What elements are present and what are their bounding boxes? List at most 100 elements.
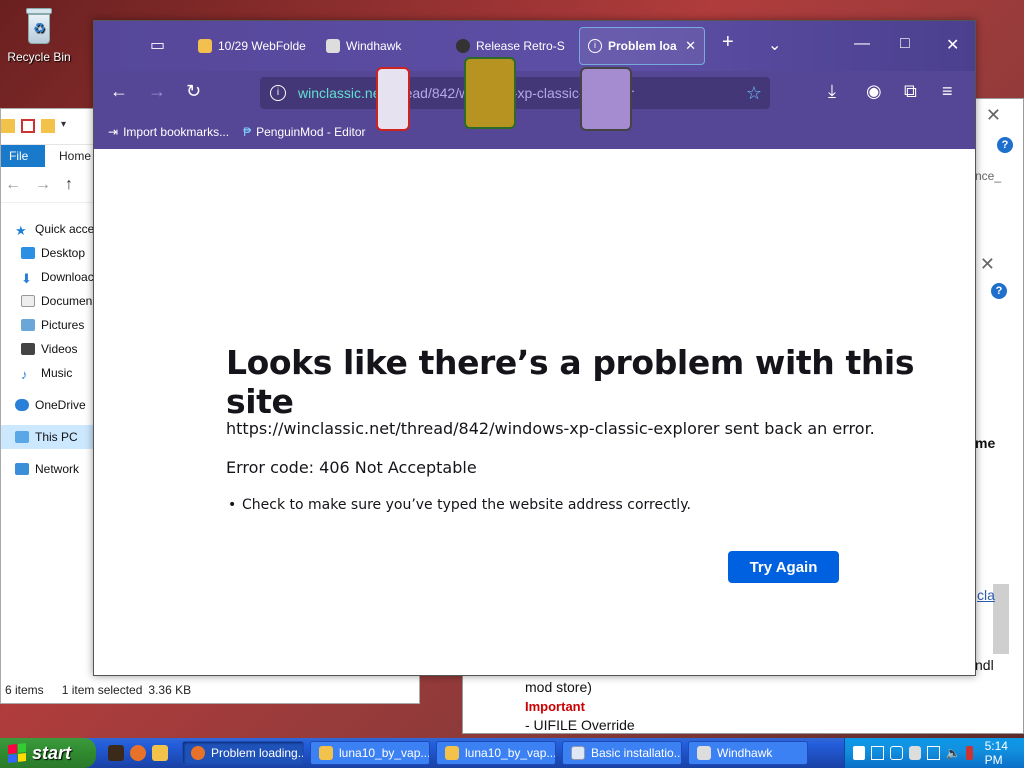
tree-item-label: Quick acce	[35, 222, 95, 236]
scrollbar-thumb[interactable]	[993, 584, 1009, 654]
extensions-icon[interactable]: ⧉	[904, 81, 917, 102]
status-selected: 1 item selected	[61, 683, 143, 697]
help-icon[interactable]: ?	[997, 137, 1013, 153]
firefox-window: ▭ 10/29 WebFolde Windhawk Release Retro-…	[93, 20, 976, 676]
partial-link[interactable]: cla	[977, 587, 995, 603]
forward-arrow-icon[interactable]: →	[148, 81, 166, 102]
pc-icon	[15, 431, 29, 443]
text-mod-store: mod store)	[525, 679, 592, 695]
task-label: luna10_by_vap...	[465, 746, 556, 760]
tab-webfolder[interactable]: 10/29 WebFolde	[190, 27, 314, 65]
system-tray: 🔈 5:14 PM	[844, 738, 1024, 768]
properties-icon[interactable]	[21, 119, 35, 133]
taskbar-item-folder-1[interactable]: luna10_by_vap...	[310, 741, 430, 765]
recycle-bin-shortcut[interactable]: Recycle Bin	[4, 6, 74, 64]
cloud-sync-icon[interactable]	[889, 746, 903, 760]
task-label: Basic installatio...	[591, 746, 682, 760]
taskbar-item-firefox[interactable]: Problem loading...	[182, 741, 304, 765]
help-icon[interactable]: ?	[991, 283, 1007, 299]
firefox-icon[interactable]	[130, 745, 146, 761]
quick-launch-app-icon[interactable]	[108, 745, 124, 761]
navigation-toolbar: ← → ↻ i winclassic.net/thread/842/window…	[94, 71, 975, 115]
tab-label: Problem loa	[608, 39, 677, 53]
tab-label: Windhawk	[346, 39, 402, 53]
error-title: Looks like there’s a problem with this s…	[226, 343, 915, 421]
chevron-down-icon[interactable]: ▾	[61, 119, 75, 133]
bookmark-import[interactable]: ⇥ Import bookmarks...	[108, 125, 229, 139]
try-again-button[interactable]: Try Again	[728, 551, 839, 583]
forward-arrow-icon[interactable]: →	[35, 176, 51, 194]
partial-text-ndl: ndl	[975, 657, 994, 673]
site-info-icon[interactable]: i	[270, 85, 286, 101]
folder-icon[interactable]	[152, 745, 168, 761]
start-button[interactable]: start	[0, 738, 96, 768]
error-code: Error code: 406 Not Acceptable	[226, 458, 477, 477]
menu-icon[interactable]: ≡	[942, 81, 953, 102]
downloads-icon[interactable]: ⤓	[828, 81, 836, 102]
bookmark-star-icon[interactable]: ☆	[746, 83, 762, 104]
close-window-icon[interactable]: ✕	[946, 35, 959, 55]
bookmark-penguinmod[interactable]: ₱ PenguinMod - Editor	[243, 125, 365, 139]
new-tab-icon[interactable]: +	[722, 31, 734, 54]
folder-favicon	[198, 39, 212, 53]
error-message: https://winclassic.net/thread/842/window…	[226, 419, 875, 438]
minimize-icon[interactable]: —	[854, 35, 870, 53]
tree-item-label: OneDrive	[35, 398, 86, 412]
documents-folder-icon	[21, 295, 35, 307]
network-icon	[15, 463, 29, 475]
taskbar-item-document[interactable]: Basic installatio...	[562, 741, 682, 765]
folder-icon[interactable]	[1, 119, 15, 133]
volume-icon[interactable]: 🔈	[946, 746, 961, 760]
status-size: 3.36 KB	[148, 683, 192, 697]
task-label: luna10_by_vap...	[339, 746, 430, 760]
display-icon[interactable]	[926, 746, 940, 760]
list-tabs-chevron-icon[interactable]: ⌄	[768, 35, 781, 55]
windhawk-icon	[697, 746, 711, 760]
music-folder-icon: ♪	[21, 367, 28, 382]
text-important: Important	[525, 699, 585, 714]
tab-windhawk[interactable]: Windhawk	[318, 27, 442, 65]
tree-item-label: This PC	[35, 430, 78, 444]
close-icon[interactable]: ✕	[986, 105, 1001, 126]
close-tab-icon[interactable]: ✕	[685, 38, 696, 54]
text-uifile-override: - UIFILE Override	[525, 717, 635, 733]
clock[interactable]: 5:14 PM	[985, 739, 1024, 767]
tab-release[interactable]: Release Retro-S	[448, 27, 572, 65]
tab-problem-loading[interactable]: i Problem loa ✕	[579, 27, 705, 65]
tree-item-label: Videos	[41, 342, 78, 356]
maximize-icon[interactable]: □	[900, 35, 910, 53]
tab-groups-icon[interactable]: ▭	[150, 35, 165, 55]
new-folder-icon[interactable]	[41, 119, 55, 133]
account-icon[interactable]: ◉	[866, 81, 882, 102]
url-bar[interactable]: i winclassic.net/thread/842/windows-xp-c…	[260, 77, 770, 109]
security-shield-icon[interactable]	[853, 746, 866, 760]
recycle-bin-label: Recycle Bin	[7, 50, 71, 64]
bookmarks-toolbar: ⇥ Import bookmarks... ₱ PenguinMod - Edi…	[94, 115, 975, 149]
windhawk-tray-icon[interactable]	[908, 746, 921, 760]
network-status-icon[interactable]	[871, 746, 884, 760]
close-icon[interactable]: ✕	[980, 254, 995, 275]
pictures-folder-icon	[21, 319, 35, 331]
tab-label: Release Retro-S	[476, 39, 565, 53]
url-path: /thread/842/windows-xp-classic-explorer	[384, 85, 635, 101]
up-arrow-icon[interactable]: ↑	[65, 176, 73, 194]
taskbar-item-folder-2[interactable]: luna10_by_vap...	[436, 741, 556, 765]
taskbar-item-windhawk[interactable]: Windhawk	[688, 741, 808, 765]
tree-item-label: Music	[41, 366, 73, 380]
quick-launch	[108, 745, 168, 761]
tree-item-label: Documen	[41, 294, 93, 308]
cloud-icon	[15, 399, 29, 411]
bookmark-label: PenguinMod - Editor	[256, 125, 366, 139]
videos-folder-icon	[21, 343, 35, 355]
back-arrow-icon[interactable]: ←	[5, 176, 21, 194]
explorer-status-bar: 6 items 1 item selected 3.36 KB	[1, 679, 419, 703]
ribbon-tab-file[interactable]: File	[1, 145, 45, 167]
penguinmod-favicon: ₱	[243, 125, 252, 139]
back-arrow-icon[interactable]: ←	[110, 81, 128, 102]
folder-icon	[445, 746, 459, 760]
tree-item-label: Downloac	[41, 270, 94, 284]
recycle-bin-icon	[22, 6, 56, 46]
reload-icon[interactable]: ↻	[186, 81, 201, 102]
partial-heading-me: me	[975, 435, 996, 451]
notification-icon[interactable]	[965, 746, 973, 760]
